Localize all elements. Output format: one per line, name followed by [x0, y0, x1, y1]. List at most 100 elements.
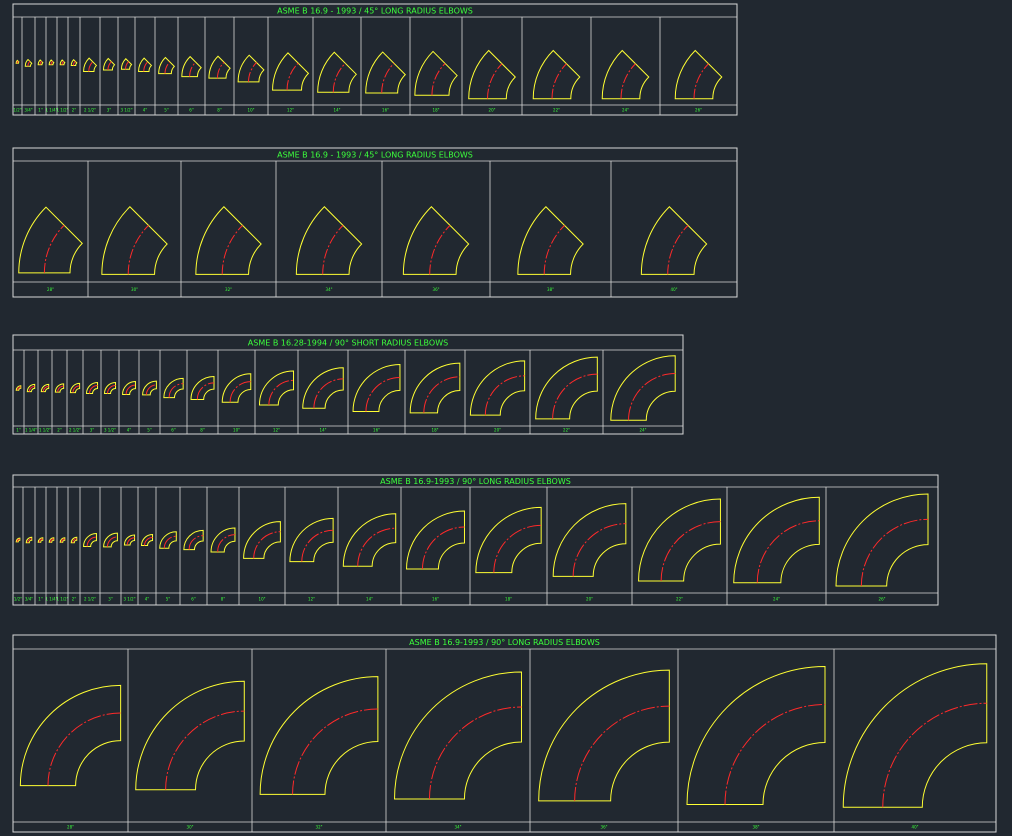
elbow-outline [101, 206, 168, 275]
elbow-outline [317, 51, 358, 93]
size-label: 20" [489, 108, 496, 113]
elbow-centerline [88, 61, 94, 72]
elbow-outline [272, 52, 310, 91]
size-label: 28" [67, 825, 74, 830]
elbow-outline [19, 684, 122, 787]
elbow-outline [532, 49, 581, 100]
elbow-centerline [423, 376, 460, 413]
size-label: 1/2" [14, 597, 22, 602]
elbow-centerline [253, 531, 281, 559]
size-label: 5" [166, 597, 171, 602]
table-90-long-radius-small: ASME B 16.9-1993 / 90° LONG RADIUS ELBOW… [12, 474, 939, 606]
size-label: 1" [38, 108, 43, 113]
elbow-outline [195, 206, 262, 275]
size-label: 5" [164, 108, 169, 113]
table-frame [12, 474, 939, 606]
size-label: 1" [16, 428, 21, 433]
elbow-centerline [89, 385, 98, 394]
size-label: 1 1/2" [56, 597, 68, 602]
elbow-outline [342, 513, 397, 567]
elbow-centerline [620, 63, 636, 99]
elbow-centerline [429, 225, 451, 275]
elbow-outline [640, 206, 708, 275]
elbow-outline [535, 356, 598, 420]
size-label: 5" [147, 428, 152, 433]
table-title: ASME B 16.9-1993 / 90° LONG RADIUS ELBOW… [380, 477, 571, 486]
elbow-outline [835, 493, 929, 587]
elbow-centerline [421, 526, 465, 569]
elbow-centerline [125, 384, 136, 395]
elbow-centerline [47, 712, 121, 786]
size-label: 10" [248, 108, 255, 113]
elbow-centerline [660, 521, 721, 581]
size-label: 4" [145, 597, 150, 602]
elbow-outline [243, 521, 281, 559]
size-label: 1 1/2" [56, 108, 68, 113]
elbow-centerline [431, 63, 446, 96]
elbow-outline [538, 669, 670, 802]
size-label: 16" [382, 108, 389, 113]
elbow-centerline [39, 60, 42, 65]
size-label: 26" [879, 597, 886, 602]
size-label: 34" [455, 825, 462, 830]
size-label: 2 1/2" [84, 108, 96, 113]
size-label: 14" [320, 428, 327, 433]
elbow-centerline [221, 225, 243, 275]
size-label: 3" [90, 428, 95, 433]
elbow-centerline [313, 378, 344, 409]
size-label: 3" [108, 597, 113, 602]
elbow-centerline [125, 61, 130, 70]
size-label: 1 1/4" [25, 428, 37, 433]
table-90-short-radius: ASME B 16.28-1994 / 90° SHORT RADIUS ELB… [12, 334, 684, 435]
size-label: 2" [57, 428, 62, 433]
elbow-centerline [301, 529, 334, 562]
elbow-centerline [61, 60, 64, 65]
elbow-outline [842, 663, 988, 808]
elbow-centerline [860, 518, 929, 587]
elbow-outline [409, 362, 461, 414]
elbow-outline [237, 54, 265, 83]
size-label: 3" [107, 108, 112, 113]
size-label: 30" [187, 825, 194, 830]
size-label: 20" [494, 428, 501, 433]
elbow-centerline [163, 535, 177, 549]
size-label: 18" [433, 108, 440, 113]
elbow-centerline [127, 225, 149, 275]
elbow-centerline [484, 375, 525, 416]
table-title: ASME B 16.9 - 1993 / 45° LONG RADIUS ELB… [277, 7, 473, 16]
elbow-centerline [628, 373, 676, 421]
size-label: 20" [586, 597, 593, 602]
elbow-centerline [86, 536, 97, 547]
elbow-centerline [72, 60, 76, 66]
elbow-centerline [217, 534, 235, 552]
size-label: 3 1/2" [104, 428, 116, 433]
elbow-outline [259, 676, 379, 795]
size-label: 12" [287, 108, 294, 113]
elbow-centerline [168, 383, 184, 398]
elbow-outline [733, 496, 820, 584]
size-label: 2" [72, 108, 77, 113]
elbow-centerline [126, 537, 135, 546]
elbow-centerline [189, 61, 197, 77]
size-label: 1" [38, 597, 43, 602]
elbow-centerline [188, 535, 204, 550]
elbow-centerline [572, 523, 626, 577]
size-label: 2 1/2" [69, 428, 81, 433]
table-90-long-radius-large: ASME B 16.9-1993 / 90° LONG RADIUS ELBOW… [12, 634, 997, 833]
elbow-centerline [216, 61, 225, 79]
size-label: 18" [432, 428, 439, 433]
table-title: ASME B 16.9 - 1993 / 45° LONG RADIUS ELB… [277, 151, 473, 160]
elbow-centerline [196, 382, 215, 400]
elbow-centerline [106, 536, 118, 547]
elbow-centerline [27, 61, 31, 67]
elbow-centerline [43, 224, 65, 273]
elbow-centerline [229, 381, 251, 403]
elbow-outline [135, 680, 245, 791]
elbow-centerline [72, 385, 80, 393]
elbow-centerline [322, 225, 344, 275]
elbow-outline [352, 364, 401, 412]
size-label: 36" [601, 825, 608, 830]
elbow-outline [552, 503, 627, 577]
size-label: 24" [640, 428, 647, 433]
size-label: 22" [676, 597, 683, 602]
